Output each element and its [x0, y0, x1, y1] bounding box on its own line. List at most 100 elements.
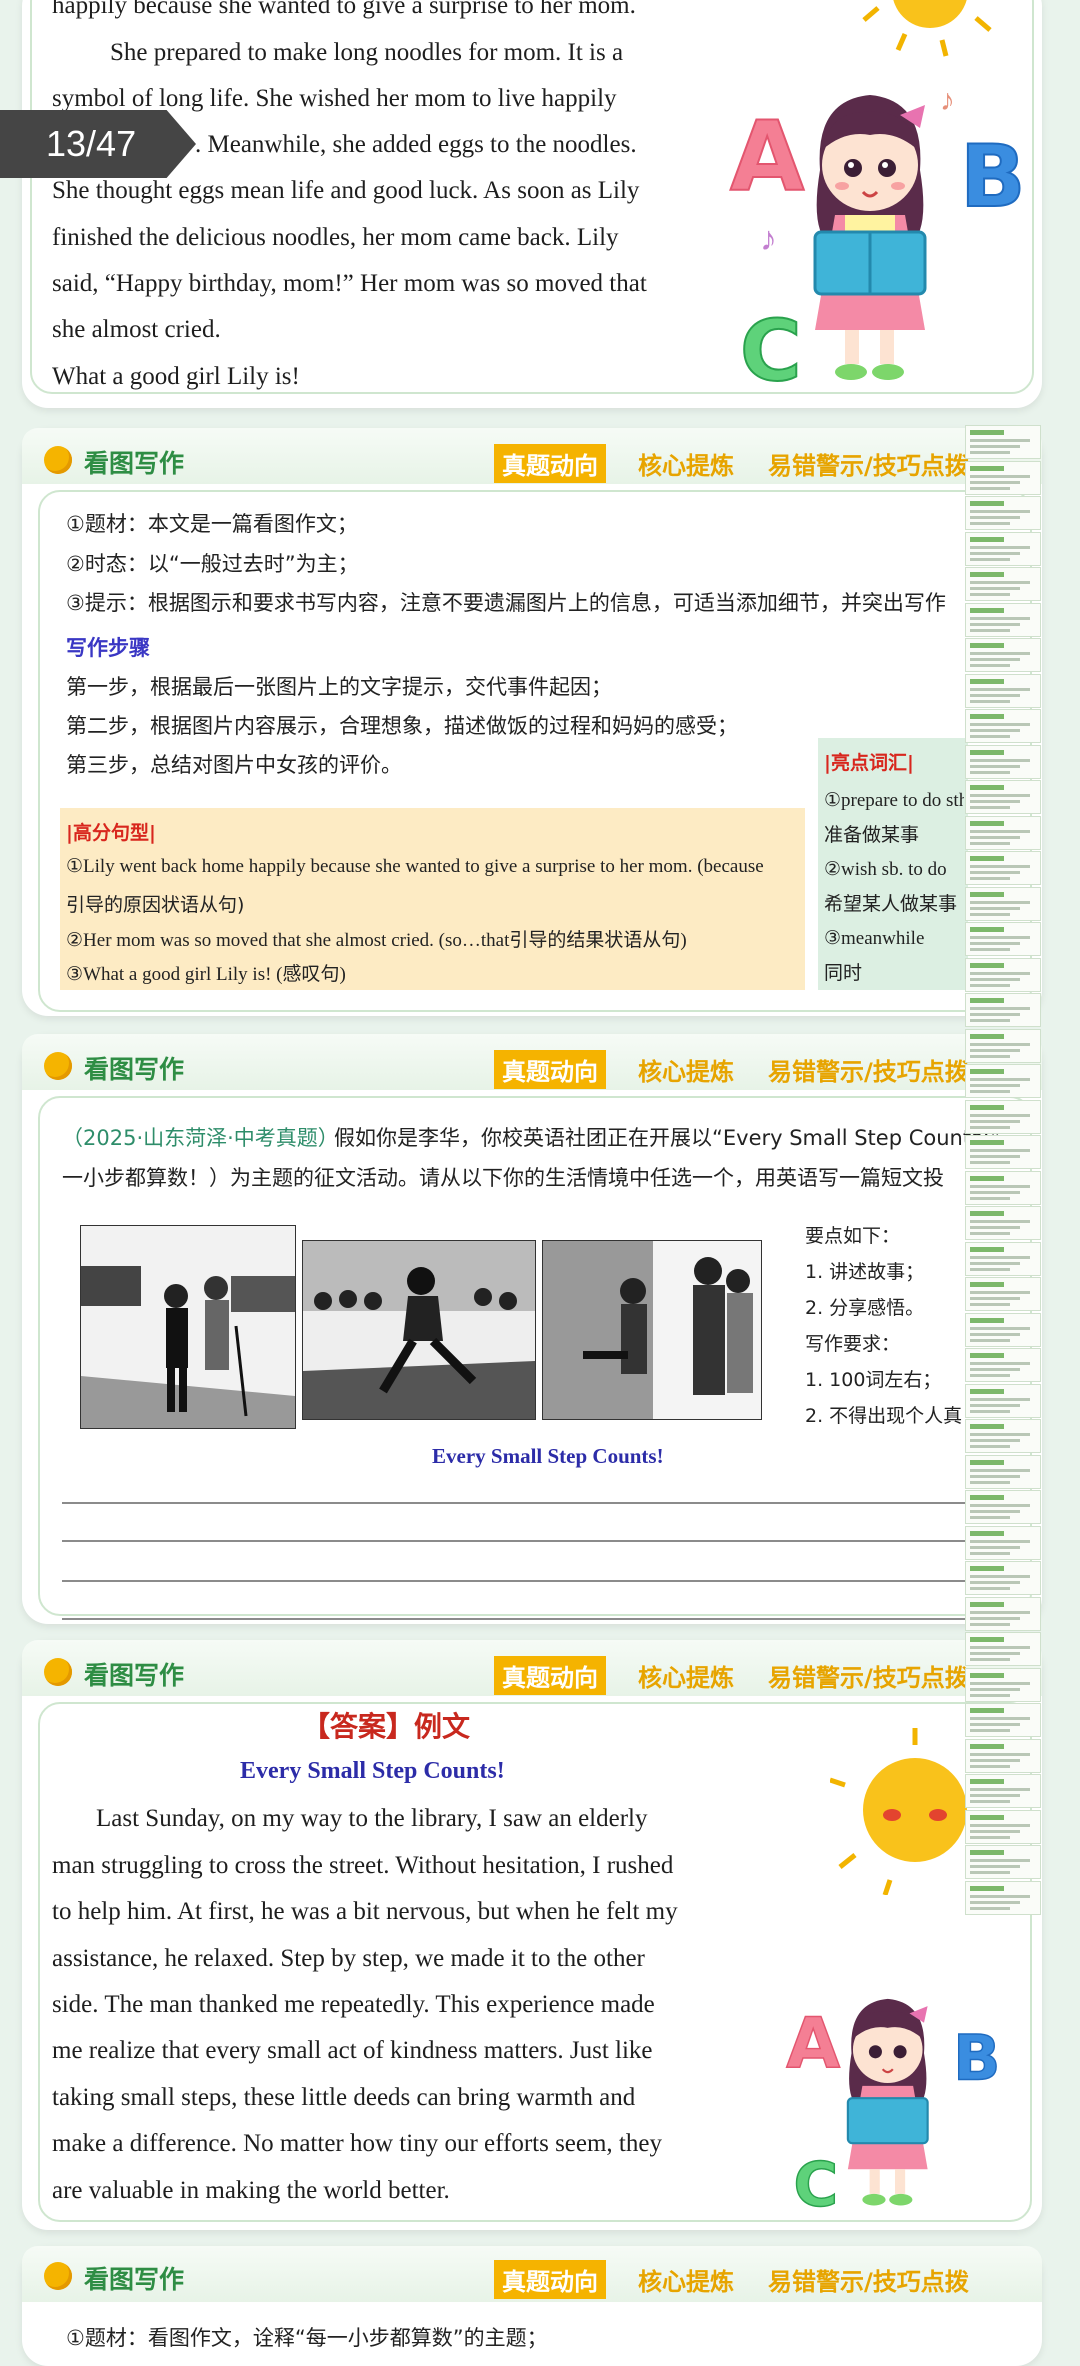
- page-thumbnail[interactable]: [965, 1170, 1041, 1205]
- page-thumbnail[interactable]: [965, 1241, 1041, 1276]
- thumbnail-line: [970, 1226, 1020, 1229]
- page-thumbnail[interactable]: [965, 957, 1041, 992]
- thumbnail-header: [970, 536, 1004, 542]
- page-thumbnail[interactable]: [965, 602, 1041, 637]
- thumbnail-line: [970, 699, 1010, 703]
- svg-text:♪: ♪: [940, 84, 955, 117]
- tab-tips[interactable]: 易错警示/技巧点拨: [768, 446, 969, 481]
- thumbnail-line: [970, 1054, 1010, 1058]
- tab-core-points[interactable]: 核心提炼: [638, 1658, 734, 1693]
- thumbnail-line: [970, 1610, 1030, 1614]
- tab-tips[interactable]: 易错警示/技巧点拨: [768, 1658, 969, 1693]
- thumbnail-line: [970, 1729, 1010, 1732]
- page-thumbnail[interactable]: [965, 1774, 1041, 1808]
- page-thumbnail[interactable]: [965, 851, 1041, 885]
- thumbnail-line: [970, 1261, 1020, 1265]
- essay-line: taking small steps, these little deeds c…: [52, 2084, 636, 2111]
- girl-reading-illustration: A B C: [786, 1998, 1001, 2220]
- page-thumbnail[interactable]: [965, 1632, 1041, 1666]
- thumbnail-line: [970, 871, 1020, 874]
- thumbnail-line: [970, 557, 1010, 561]
- thumbnail-line: [970, 480, 1020, 484]
- sentence-title: |高分句型|: [66, 822, 156, 844]
- thumbnail-header: [970, 1495, 1004, 1500]
- vocab-item: 希望某人做某事: [824, 893, 958, 915]
- tab-tips[interactable]: 易错警示/技巧点拨: [768, 1052, 969, 1087]
- thumbnail-line: [970, 1545, 1020, 1549]
- page-thumbnail[interactable]: [965, 567, 1041, 601]
- requirement-item: 2. 不得出现个人真: [805, 1405, 963, 1427]
- page-thumbnail[interactable]: [965, 886, 1041, 921]
- thumbnail-line: [970, 1019, 1010, 1022]
- page-thumbnail[interactable]: [965, 1490, 1041, 1524]
- thumbnail-line: [970, 1480, 1010, 1484]
- page-thumbnail[interactable]: [965, 1738, 1041, 1773]
- step-line: 第三步，总结对图片中女孩的评价。: [66, 753, 402, 777]
- page-thumbnail[interactable]: [965, 531, 1041, 566]
- thumbnail-line: [970, 1859, 1030, 1862]
- thumbnail-line: [970, 1119, 1020, 1123]
- page-thumbnail[interactable]: [965, 1419, 1041, 1453]
- page-thumbnail[interactable]: [965, 922, 1041, 956]
- thumbnail-line: [970, 1687, 1020, 1691]
- page-thumbnail[interactable]: [965, 1348, 1041, 1382]
- page-thumbnail[interactable]: [965, 425, 1041, 459]
- page-thumbnail[interactable]: [965, 744, 1041, 779]
- page-thumbnail[interactable]: [965, 993, 1041, 1027]
- page-thumbnail[interactable]: [965, 1667, 1041, 1702]
- thumbnail-line: [970, 806, 1010, 809]
- thumbnail-line: [970, 1090, 1010, 1093]
- page-thumbnail[interactable]: [965, 1383, 1041, 1418]
- page-thumbnail[interactable]: [965, 460, 1041, 495]
- thumbnail-line: [970, 581, 1030, 584]
- page-thumbnail[interactable]: [965, 673, 1041, 708]
- tab-core-points[interactable]: 核心提炼: [638, 446, 734, 481]
- page-thumbnail[interactable]: [965, 496, 1041, 530]
- page-thumbnail[interactable]: [965, 815, 1041, 850]
- page-thumbnail[interactable]: [965, 780, 1041, 814]
- page-thumbnail[interactable]: [965, 1454, 1041, 1489]
- page-thumbnail[interactable]: [965, 1561, 1041, 1595]
- page-thumbnail[interactable]: [965, 1064, 1041, 1098]
- thumbnail-line: [970, 474, 1030, 478]
- page-thumbnail[interactable]: [965, 709, 1041, 743]
- page-thumbnail[interactable]: [965, 638, 1041, 672]
- thumbnail-header: [970, 1885, 1004, 1891]
- question-source: （2025·山东菏泽·中考真题）: [62, 1126, 339, 1150]
- thumbnail-line: [970, 735, 1010, 738]
- svg-text:♪: ♪: [760, 221, 777, 258]
- page-thumbnail[interactable]: [965, 1596, 1041, 1631]
- page-thumbnail[interactable]: [965, 1703, 1041, 1737]
- page-thumbnail[interactable]: [965, 1312, 1041, 1347]
- tab-exam-trends[interactable]: 真题动向: [494, 1050, 606, 1089]
- page-thumbnail[interactable]: [965, 1099, 1041, 1134]
- page-thumbnail[interactable]: [965, 1880, 1041, 1915]
- requirement-item: 1. 讲述故事；: [805, 1261, 925, 1283]
- thumbnail-line: [970, 729, 1020, 732]
- essay-line: to help him. At first, he was a bit nerv…: [52, 1898, 678, 1925]
- page-thumbnail[interactable]: [965, 1028, 1041, 1063]
- page-thumbnail-strip[interactable]: [965, 425, 1043, 1915]
- thumbnail-line: [970, 841, 1010, 845]
- page-thumbnail[interactable]: [965, 1525, 1041, 1560]
- essay-line: What a good girl Lily is!: [52, 363, 300, 390]
- answer-line: [62, 1580, 967, 1582]
- tab-core-points[interactable]: 核心提炼: [638, 1052, 734, 1087]
- section-title: 看图写作: [84, 1661, 185, 1690]
- tab-exam-trends[interactable]: 真题动向: [494, 2260, 606, 2299]
- thumbnail-line: [970, 510, 1030, 513]
- page-thumbnail[interactable]: [965, 1809, 1041, 1844]
- page-thumbnail[interactable]: [965, 1206, 1041, 1240]
- tab-exam-trends[interactable]: 真题动向: [494, 444, 606, 483]
- tab-core-points[interactable]: 核心提炼: [638, 2262, 734, 2297]
- svg-text:A: A: [730, 101, 804, 213]
- page-thumbnail[interactable]: [965, 1845, 1041, 1879]
- thumbnail-line: [970, 1196, 1010, 1200]
- tab-exam-trends[interactable]: 真题动向: [494, 1656, 606, 1695]
- page-thumbnail[interactable]: [965, 1135, 1041, 1169]
- thumbnail-header: [970, 465, 1004, 471]
- tab-tips[interactable]: 易错警示/技巧点拨: [768, 2262, 969, 2297]
- thumbnail-header: [970, 1814, 1004, 1820]
- page-thumbnail[interactable]: [965, 1277, 1041, 1311]
- svg-text:B: B: [960, 127, 1026, 227]
